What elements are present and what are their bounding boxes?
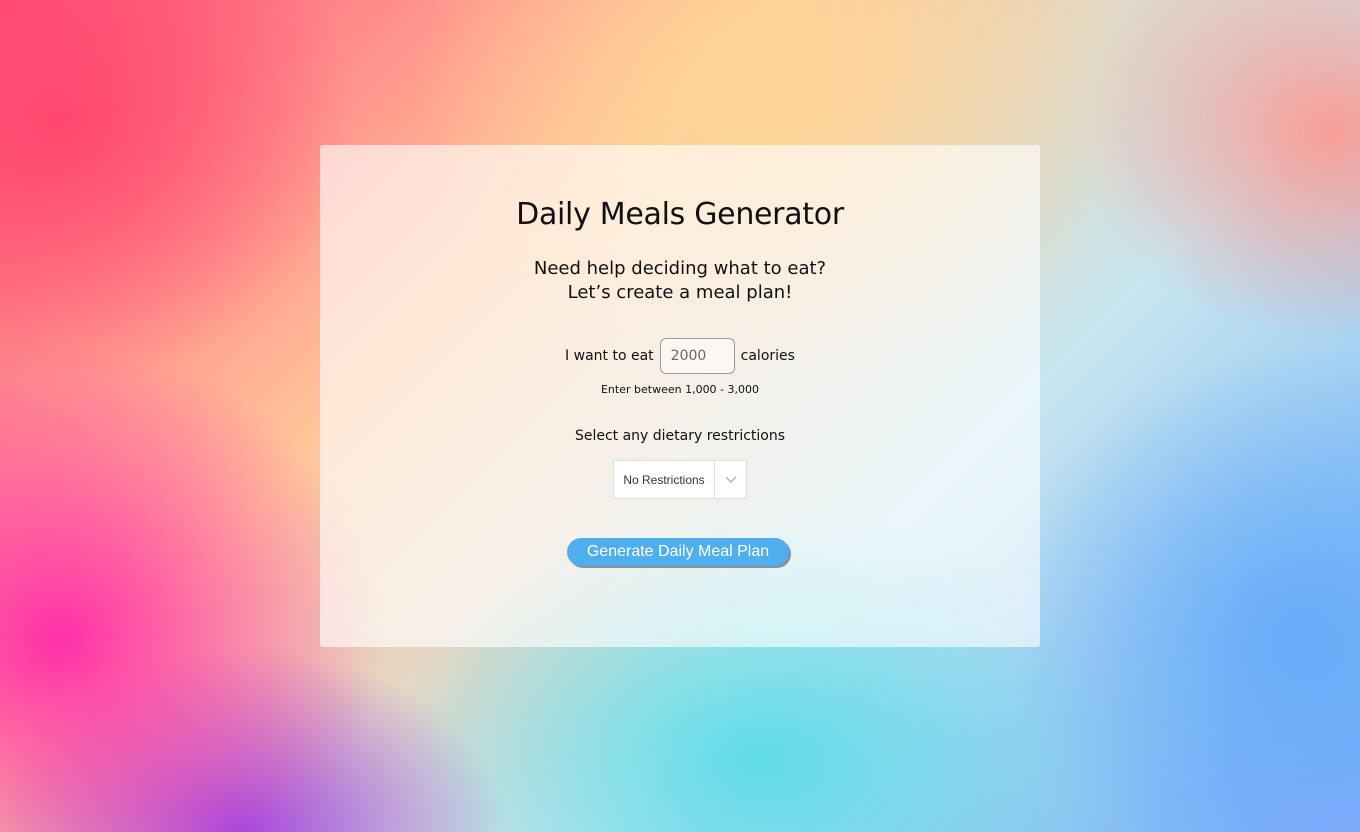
calorie-suffix-label: calories	[740, 348, 795, 364]
dietary-restrictions-value: No Restrictions	[623, 472, 705, 487]
dietary-restrictions-label: Select any dietary restrictions	[574, 428, 786, 444]
chevron-down-icon	[724, 475, 737, 483]
meal-generator-card: Daily Meals Generator Need help deciding…	[320, 145, 1040, 647]
page-title: Daily Meals Generator	[516, 197, 844, 232]
dropdown-toggle[interactable]	[714, 461, 746, 498]
calorie-prefix-label: I want to eat	[565, 348, 654, 364]
subtitle-line-1: Need help deciding what to eat?	[533, 258, 827, 279]
calorie-row: I want to eat calories	[320, 338, 1040, 374]
calorie-range-hint: Enter between 1,000 - 3,000	[600, 383, 760, 396]
dietary-restrictions-select[interactable]: No Restrictions	[613, 460, 747, 499]
generate-meal-plan-button[interactable]: Generate Daily Meal Plan	[567, 538, 789, 566]
subtitle-line-2: Let’s create a meal plan!	[567, 282, 793, 303]
subtitle: Need help deciding what to eat? Let’s cr…	[320, 257, 1040, 305]
calorie-input[interactable]	[659, 338, 735, 374]
